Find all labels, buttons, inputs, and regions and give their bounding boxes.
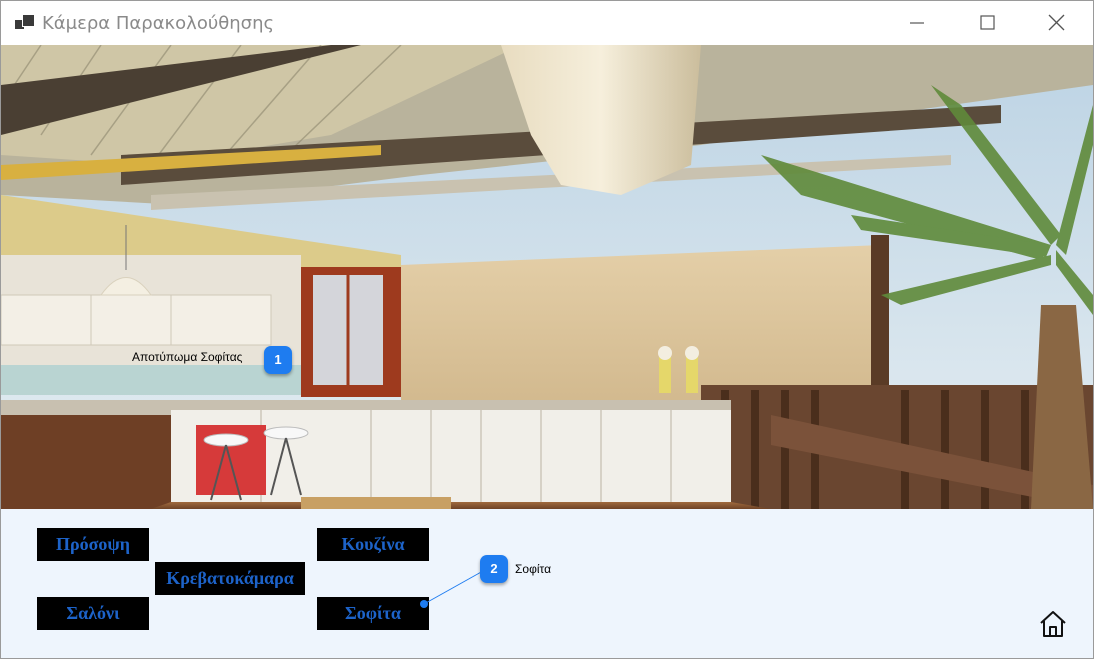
kitchen-button[interactable]: Κουζίνα — [317, 528, 429, 561]
marker-1-label: Αποτύπωμα Σοφίτας — [132, 350, 243, 364]
maximize-icon — [980, 15, 995, 30]
window-title: Κάμερα Παρακολούθησης — [42, 13, 275, 34]
close-button[interactable] — [1023, 1, 1091, 45]
minimize-icon — [910, 22, 924, 24]
home-icon — [1040, 611, 1066, 637]
minimize-button[interactable] — [884, 1, 952, 45]
maximize-button[interactable] — [954, 1, 1022, 45]
attic-button[interactable]: Σοφίτα — [317, 597, 429, 630]
living-room-button[interactable]: Σαλόνι — [37, 597, 149, 630]
facade-button[interactable]: Πρόσοψη — [37, 528, 149, 561]
app-window: Κάμερα Παρακολούθησης Αποτύπωμα Σοφίτας … — [0, 0, 1094, 659]
marker-2-badge[interactable]: 2 — [480, 555, 508, 583]
close-icon — [1048, 14, 1065, 31]
title-bar[interactable]: Κάμερα Παρακολούθησης — [1, 1, 1093, 45]
app-window-icon — [15, 13, 35, 31]
marker-2-label: Σοφίτα — [515, 562, 552, 576]
camera-feed-image — [1, 45, 1093, 509]
marker-1-badge[interactable]: 1 — [264, 346, 292, 374]
home-button[interactable] — [1038, 609, 1068, 639]
bedroom-button[interactable]: Κρεβατοκάμαρα — [155, 562, 305, 595]
